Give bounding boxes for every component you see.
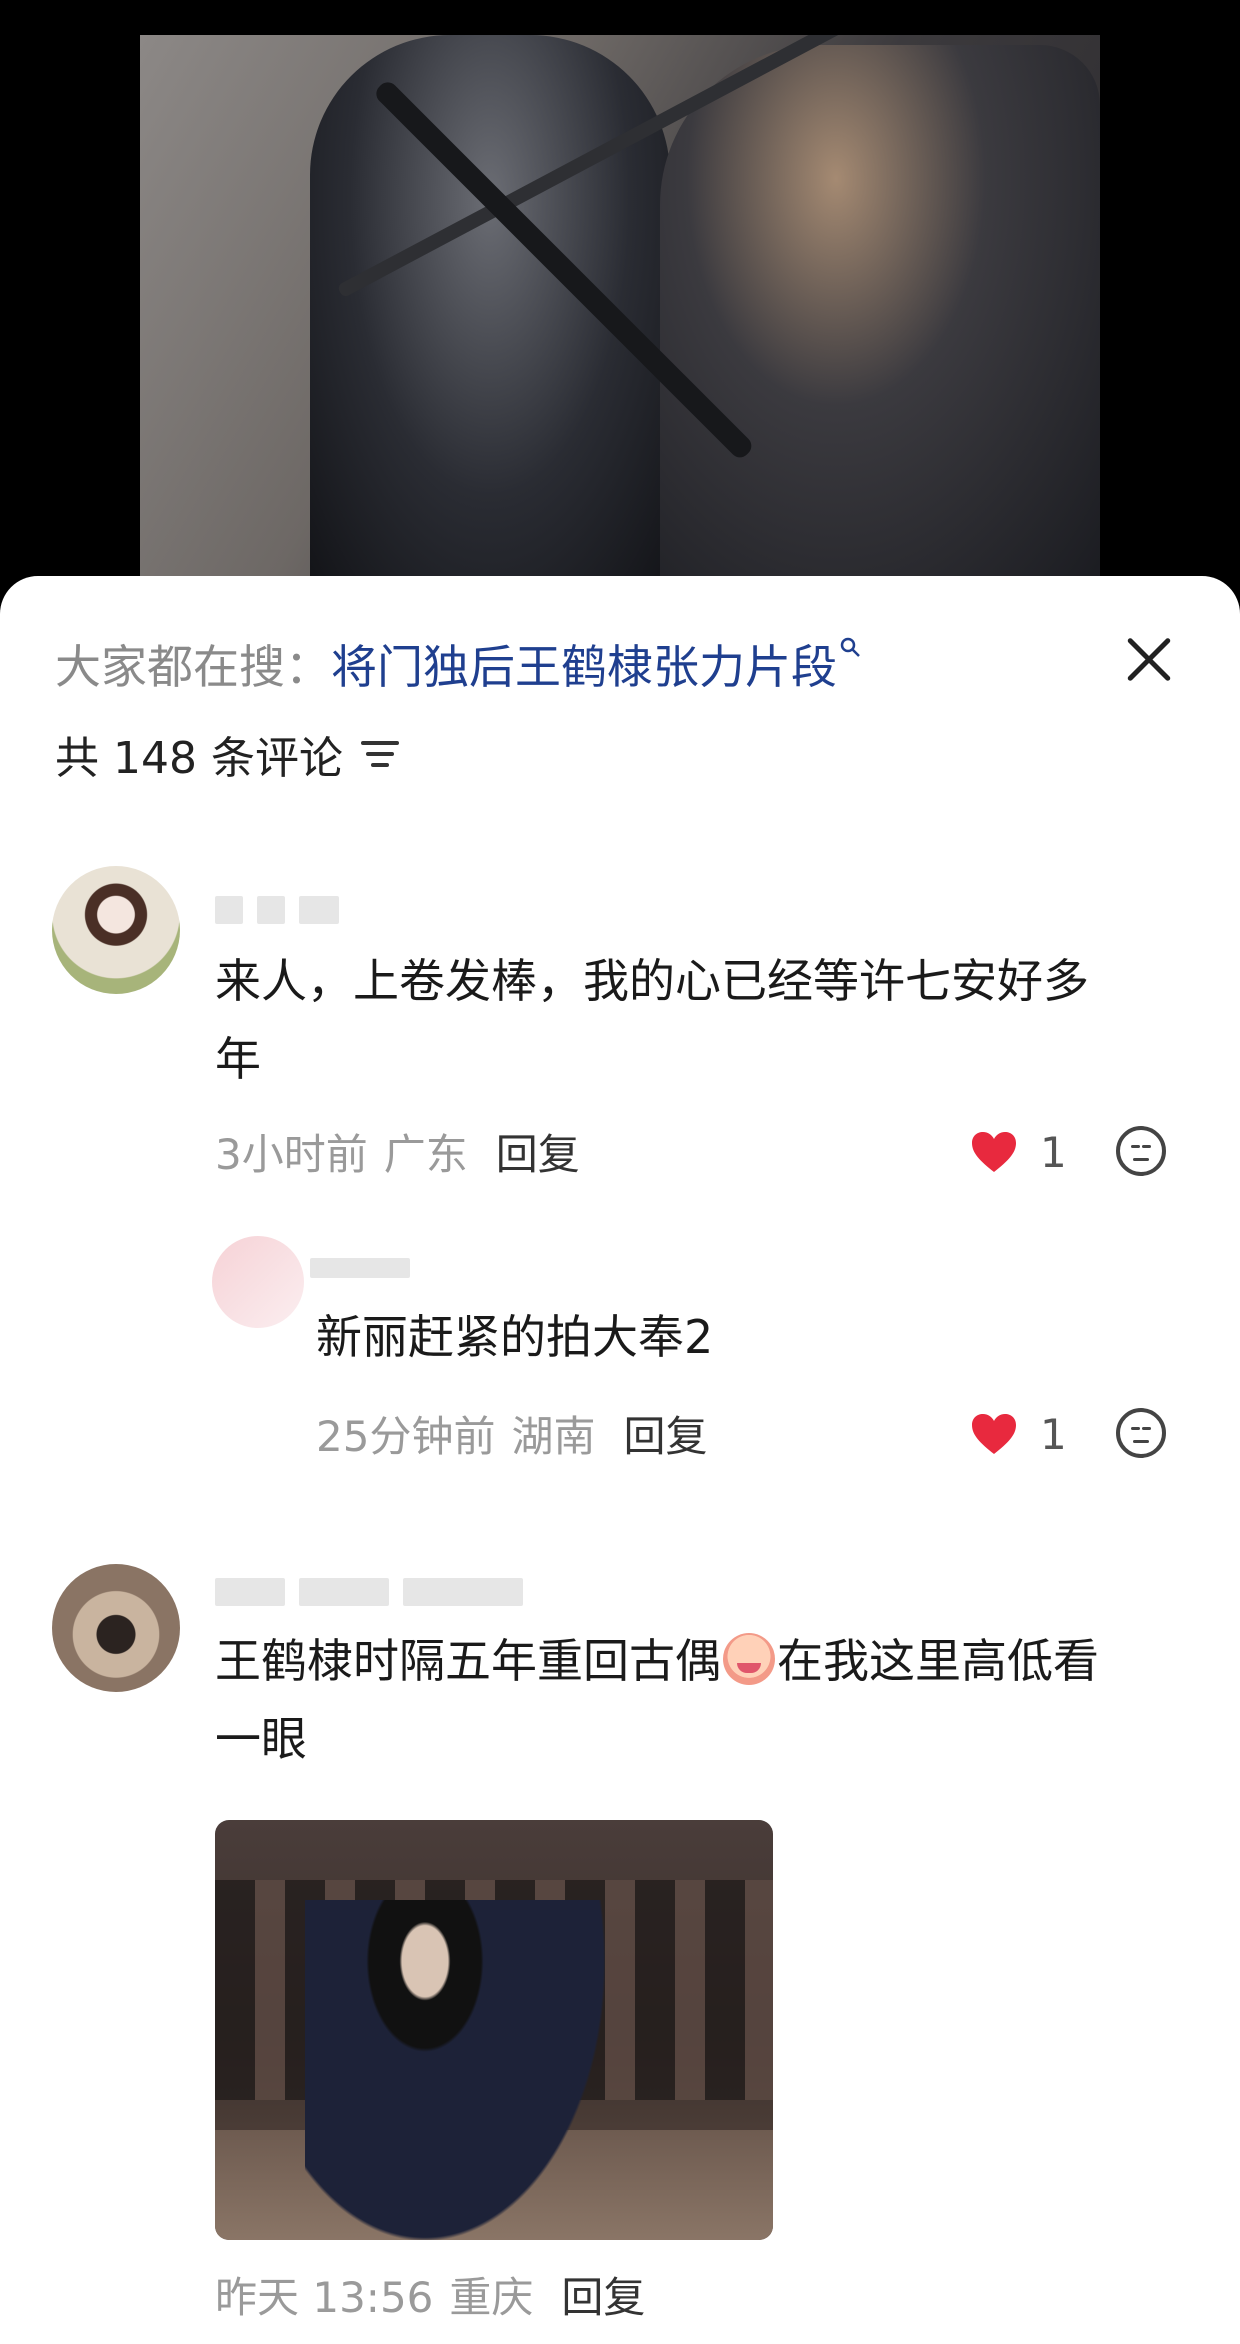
avatar[interactable]	[52, 1564, 180, 1692]
comment-count-header: 共 148 条评论	[55, 726, 401, 784]
username-blurred[interactable]	[215, 896, 353, 928]
reply-button[interactable]: 回复	[561, 2264, 645, 2325]
heart-icon	[972, 1132, 1016, 1172]
video-player[interactable]	[0, 0, 1240, 600]
comment-location: 湖南	[511, 1411, 596, 1461]
crying-emoji-icon	[723, 1633, 775, 1685]
comments-sheet: 大家都在搜： 将门独后王鹤棣张力片段 共 148 条评论 来人，上卷发棒，我的心…	[0, 576, 1240, 2344]
comment-time: 3小时前	[215, 1129, 368, 1179]
reply-button[interactable]: 回复	[623, 1403, 707, 1464]
search-query-link[interactable]: 将门独后王鹤棣张力片段	[331, 631, 837, 697]
image-figure	[305, 1900, 605, 2240]
search-icon	[839, 636, 861, 664]
comment-text: 来人，上卷发棒，我的心已经等许七安好多 年	[215, 954, 1089, 1086]
username-blurred[interactable]	[310, 1258, 424, 1290]
comment-time: 昨天 13:56	[215, 2272, 434, 2322]
username-blurred[interactable]	[215, 1578, 537, 1610]
filter-icon[interactable]	[360, 737, 401, 771]
video-figure-right	[660, 45, 1100, 580]
search-suggestion[interactable]: 大家都在搜： 将门独后王鹤棣张力片段	[55, 634, 861, 694]
comment-meta: 25分钟前 湖南 回复	[316, 1404, 707, 1462]
avatar[interactable]	[52, 866, 180, 994]
comment-time: 25分钟前	[316, 1411, 496, 1461]
like-count: 1	[1040, 1127, 1067, 1177]
like-button[interactable]: 1	[970, 1124, 1067, 1180]
comment-count: 共 148 条评论	[55, 733, 343, 784]
dislike-icon[interactable]	[1116, 1408, 1166, 1458]
heart-icon	[972, 1414, 1016, 1454]
comment-meta: 昨天 13:56 重庆 回复	[215, 2266, 645, 2322]
comment-location: 广东	[383, 1129, 468, 1179]
comment-location: 重庆	[449, 2272, 534, 2322]
close-icon[interactable]	[1118, 628, 1182, 692]
comment-text: 王鹤棣时隔五年重回古偶 在我这里高低看 一眼	[215, 1633, 1099, 1766]
dislike-icon[interactable]	[1116, 1126, 1166, 1176]
comment-meta: 3小时前 广东 回复	[215, 1122, 580, 1180]
video-frame[interactable]	[140, 35, 1100, 580]
reply-button[interactable]: 回复	[496, 1121, 580, 1182]
search-prefix: 大家都在搜：	[55, 640, 331, 694]
like-button[interactable]: 1	[970, 1406, 1067, 1462]
comment-text: 新丽赶紧的拍大奉2	[316, 1310, 714, 1364]
like-count: 1	[1040, 1409, 1067, 1459]
comment-image[interactable]	[215, 1820, 773, 2240]
avatar[interactable]	[212, 1236, 304, 1328]
